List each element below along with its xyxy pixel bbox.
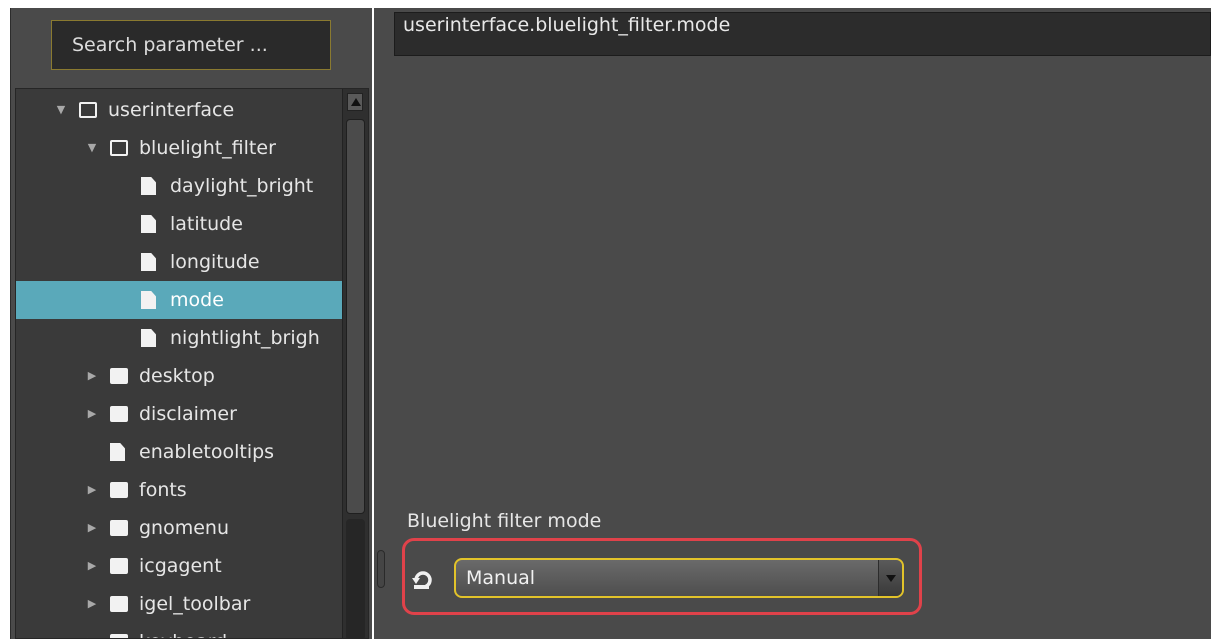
folder-closed-icon <box>110 520 128 536</box>
mode-dropdown[interactable]: Manual <box>454 558 904 598</box>
tree-item[interactable]: longitude <box>16 243 342 281</box>
dropdown-selected-value: Manual <box>466 567 536 589</box>
folder-closed-icon <box>110 482 128 498</box>
tree-item-label: nightlight_brigh <box>170 327 320 349</box>
tree-item-label: userinterface <box>108 99 235 121</box>
tree-item[interactable]: ▼ userinterface <box>16 91 342 129</box>
collapse-arrow-icon[interactable]: ▶ <box>85 357 99 395</box>
folder-closed-icon <box>110 406 128 422</box>
file-icon <box>141 329 156 347</box>
folder-closed-icon <box>110 634 128 638</box>
reset-to-default-icon[interactable] <box>411 568 435 590</box>
file-icon <box>141 177 156 195</box>
expand-arrow-icon[interactable]: ▼ <box>54 91 68 129</box>
folder-open-icon <box>110 140 128 156</box>
tree-item[interactable]: latitude <box>16 205 342 243</box>
collapse-arrow-icon[interactable]: ▶ <box>85 585 99 623</box>
tree-item[interactable]: ▶ gnomenu <box>16 509 342 547</box>
file-icon <box>110 443 125 461</box>
tree-item-label: mode <box>170 289 224 311</box>
scroll-thumb[interactable] <box>346 119 365 514</box>
tree-item[interactable]: ▶ keyboard <box>16 623 342 638</box>
field-label: Bluelight filter mode <box>407 510 602 532</box>
pane-splitter-handle[interactable] <box>377 550 385 588</box>
folder-closed-icon <box>110 596 128 612</box>
folder-closed-icon <box>110 368 128 384</box>
file-icon <box>141 215 156 233</box>
tree-item[interactable]: ▼ bluelight_filter <box>16 129 342 167</box>
tree-item-label: latitude <box>170 213 243 235</box>
collapse-arrow-icon[interactable]: ▶ <box>85 471 99 509</box>
tree-item-label: bluelight_filter <box>139 137 276 159</box>
search-placeholder: Search parameter ... <box>72 34 268 56</box>
folder-closed-icon <box>110 558 128 574</box>
tree-item-label: icgagent <box>139 555 222 577</box>
tree-item[interactable]: nightlight_brigh <box>16 319 342 357</box>
tree-item-label: longitude <box>170 251 260 273</box>
tree-item-label: daylight_bright <box>170 175 314 197</box>
tree-item[interactable]: enabletooltips <box>16 433 342 471</box>
tree-item[interactable]: ▶ igel_toolbar <box>16 585 342 623</box>
tree-item-label: disclaimer <box>139 403 237 425</box>
scroll-up-button[interactable] <box>347 93 363 111</box>
tree-item[interactable]: ▶ disclaimer <box>16 395 342 433</box>
parameter-navigation-pane: Search parameter ... ▼ userinterface ▼ blue… <box>10 8 372 639</box>
scroll-track[interactable] <box>346 519 365 638</box>
file-icon <box>141 291 156 309</box>
collapse-arrow-icon[interactable]: ▶ <box>85 509 99 547</box>
parameter-path-field: userinterface.bluelight_filter.mode <box>394 12 1211 56</box>
tree-item-label: keyboard <box>139 623 227 638</box>
tree-item-label: gnomenu <box>139 517 230 539</box>
folder-open-icon <box>79 102 97 118</box>
parameter-tree: ▼ userinterface ▼ bluelight_filter daylight_… <box>15 88 369 639</box>
tree-item[interactable]: ▶ fonts <box>16 471 342 509</box>
tree-item[interactable]: ▶ desktop <box>16 357 342 395</box>
tree-list: ▼ userinterface ▼ bluelight_filter daylight_… <box>16 89 342 638</box>
file-icon <box>141 253 156 271</box>
chevron-down-icon[interactable] <box>878 560 902 596</box>
collapse-arrow-icon[interactable]: ▶ <box>85 395 99 433</box>
screenshot-canvas: Search parameter ... ▼ userinterface ▼ blue… <box>0 0 1211 639</box>
tree-item[interactable]: mode <box>16 281 342 319</box>
tree-item-label: igel_toolbar <box>139 593 251 615</box>
tree-item-label: enabletooltips <box>139 441 275 463</box>
tree-scrollbar[interactable] <box>342 89 368 638</box>
parameter-detail-pane: userinterface.bluelight_filter.mode Blue… <box>374 8 1211 639</box>
tree-item[interactable]: daylight_bright <box>16 167 342 205</box>
search-parameter-input[interactable]: Search parameter ... <box>51 20 331 70</box>
tree-item-label: desktop <box>139 365 215 387</box>
expand-arrow-icon[interactable]: ▼ <box>85 129 99 167</box>
tree-item-label: fonts <box>139 479 187 501</box>
collapse-arrow-icon[interactable]: ▶ <box>85 547 99 585</box>
tree-item[interactable]: ▶ icgagent <box>16 547 342 585</box>
collapse-arrow-icon[interactable]: ▶ <box>85 623 99 638</box>
parameter-path-text: userinterface.bluelight_filter.mode <box>403 14 731 36</box>
